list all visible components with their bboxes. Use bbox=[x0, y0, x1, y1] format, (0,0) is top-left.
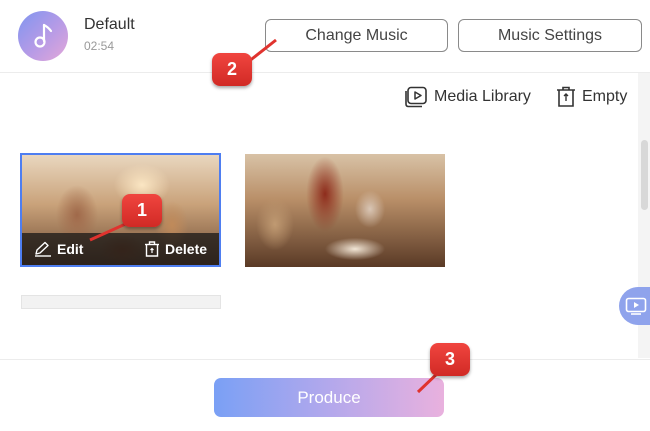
music-settings-button[interactable]: Music Settings bbox=[458, 19, 642, 52]
media-clip-selected[interactable]: Edit Delete bbox=[20, 153, 221, 267]
edit-label: Edit bbox=[57, 241, 84, 257]
clip-placeholder bbox=[21, 295, 221, 309]
empty-label: Empty bbox=[582, 88, 628, 105]
media-clip[interactable] bbox=[245, 154, 445, 267]
trash-icon bbox=[557, 86, 575, 107]
scrollbar-thumb[interactable] bbox=[641, 140, 648, 210]
music-note-icon bbox=[34, 23, 53, 48]
music-avatar bbox=[18, 11, 68, 61]
trash-icon bbox=[145, 241, 159, 257]
delete-label: Delete bbox=[165, 241, 208, 257]
delete-button[interactable]: Delete bbox=[144, 241, 207, 257]
media-library-label: Media Library bbox=[434, 88, 531, 105]
edit-button[interactable]: Edit bbox=[34, 241, 83, 257]
change-music-button[interactable]: Change Music bbox=[265, 19, 448, 52]
media-library-icon bbox=[405, 86, 427, 108]
pencil-icon bbox=[35, 241, 51, 257]
track-duration: 02:54 bbox=[84, 39, 115, 53]
callout-badge-2: 2 bbox=[212, 53, 252, 86]
clip-thumbnail bbox=[245, 154, 445, 267]
video-preview-icon bbox=[625, 297, 647, 315]
track-name: Default bbox=[84, 16, 135, 33]
clip-action-bar: Edit Delete bbox=[22, 233, 219, 265]
floating-preview-button[interactable] bbox=[619, 287, 650, 325]
produce-button[interactable]: Produce bbox=[214, 378, 444, 417]
callout-badge-1: 1 bbox=[122, 194, 162, 227]
callout-badge-3: 3 bbox=[430, 343, 470, 376]
music-header: Default 02:54 Change Music Music Setting… bbox=[0, 0, 650, 73]
media-library-button[interactable]: Media Library bbox=[404, 86, 531, 108]
empty-button[interactable]: Empty bbox=[556, 86, 627, 108]
